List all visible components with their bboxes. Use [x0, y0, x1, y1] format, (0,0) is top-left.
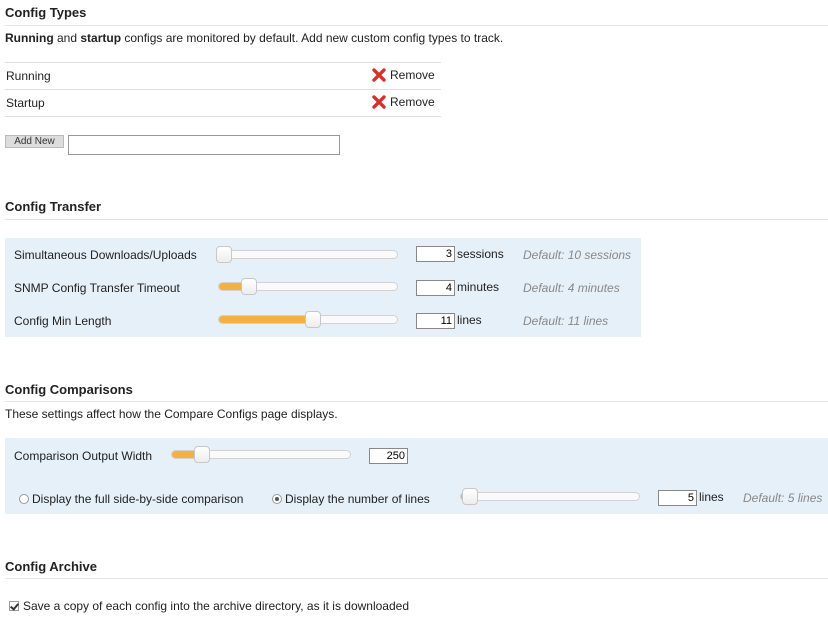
setting-label: SNMP Config Transfer Timeout: [14, 281, 180, 295]
slider-handle[interactable]: [305, 311, 321, 328]
default-hint: Default: 10 sessions: [523, 248, 632, 262]
divider: [5, 219, 828, 220]
desc-running: Running: [5, 31, 54, 45]
divider: [5, 578, 828, 579]
desc-startup: startup: [80, 31, 122, 45]
desc-rest: configs are monitored by default. Add ne…: [121, 31, 504, 45]
add-new-config-type-input[interactable]: [68, 135, 340, 155]
default-hint: Default: 11 lines: [523, 314, 609, 328]
archive-checkbox-label: Save a copy of each config into the arch…: [23, 599, 409, 613]
radio-button[interactable]: [19, 494, 29, 504]
slider-handle[interactable]: [241, 278, 257, 295]
remove-label: Remove: [390, 95, 435, 109]
unit-label: sessions: [457, 247, 504, 261]
radio-number-of-lines[interactable]: Display the number of lines: [272, 492, 430, 506]
simultaneous-transfers-slider[interactable]: [216, 246, 398, 263]
comparison-output-width-slider[interactable]: [171, 446, 351, 463]
divider: [5, 116, 441, 117]
slider-handle[interactable]: [216, 246, 232, 263]
divider: [5, 25, 828, 26]
add-new-button[interactable]: Add New: [5, 135, 64, 148]
unit-label: minutes: [457, 280, 500, 294]
config-archive-title: Config Archive: [5, 559, 97, 574]
default-hint: Default: 4 minutes: [523, 281, 620, 295]
config-type-name-running: Running: [6, 69, 51, 83]
config-comparisons-description: These settings affect how the Compare Co…: [5, 407, 338, 421]
slider-handle[interactable]: [462, 488, 478, 505]
divider: [5, 89, 441, 90]
config-type-name-startup: Startup: [6, 96, 45, 110]
remove-label: Remove: [390, 68, 435, 82]
config-min-length-input[interactable]: 11: [416, 313, 455, 329]
config-transfer-title: Config Transfer: [5, 199, 102, 214]
radio-button[interactable]: [272, 494, 282, 504]
remove-icon: [372, 95, 386, 109]
radio-full-comparison[interactable]: Display the full side-by-side comparison: [19, 492, 243, 506]
remove-icon: [372, 68, 386, 82]
remove-running-button[interactable]: Remove: [372, 68, 435, 82]
comparison-lines-input[interactable]: 5: [658, 490, 697, 506]
archive-checkbox[interactable]: [9, 601, 19, 611]
config-types-description: Running and startup configs are monitore…: [5, 31, 503, 45]
simultaneous-transfers-input[interactable]: 3: [416, 246, 455, 262]
divider: [5, 401, 828, 402]
setting-label: Config Min Length: [14, 314, 112, 328]
radio-label: Display the full side-by-side comparison: [32, 492, 244, 506]
comparison-output-width-input[interactable]: 250: [369, 448, 408, 464]
divider: [5, 62, 441, 63]
slider-handle[interactable]: [194, 446, 210, 463]
unit-label: lines: [457, 313, 482, 327]
archive-checkbox-row[interactable]: Save a copy of each config into the arch…: [9, 599, 409, 613]
comparison-output-width-label: Comparison Output Width: [14, 449, 153, 463]
comparison-lines-slider[interactable]: [460, 488, 640, 505]
remove-startup-button[interactable]: Remove: [372, 95, 435, 109]
config-min-length-slider[interactable]: [218, 311, 398, 328]
config-comparisons-title: Config Comparisons: [5, 382, 133, 397]
config-types-title: Config Types: [5, 5, 87, 20]
default-hint: Default: 5 lines: [743, 491, 823, 505]
desc-and: and: [53, 31, 81, 45]
slider-fill: [219, 316, 309, 323]
radio-label: Display the number of lines: [285, 492, 430, 506]
snmp-timeout-input[interactable]: 4: [416, 280, 455, 296]
unit-label: lines: [699, 490, 724, 504]
snmp-timeout-slider[interactable]: [218, 278, 398, 295]
setting-label: Simultaneous Downloads/Uploads: [14, 248, 197, 262]
